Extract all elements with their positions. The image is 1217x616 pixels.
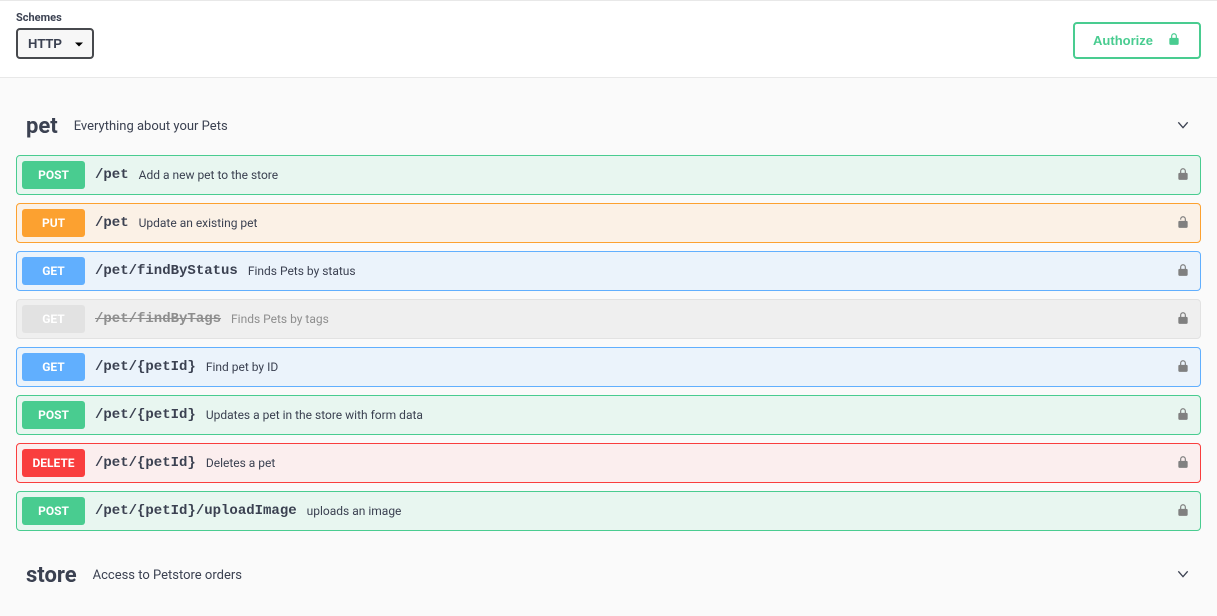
lock-icon (1167, 32, 1181, 49)
lock-icon[interactable] (1176, 166, 1190, 185)
lock-icon[interactable] (1176, 502, 1190, 521)
operation-path: /pet/findByTags (95, 311, 221, 327)
operation-path: /pet/{petId} (95, 455, 196, 471)
method-badge: POST (22, 161, 85, 189)
method-badge: POST (22, 497, 85, 525)
operation-row[interactable]: GET /pet/{petId} Find pet by ID (16, 347, 1201, 387)
schemes-select[interactable]: HTTP (16, 28, 94, 59)
operation-row[interactable]: POST /pet/{petId}/uploadImage uploads an… (16, 491, 1201, 531)
lock-icon[interactable] (1176, 406, 1190, 425)
operation-summary: uploads an image (307, 504, 402, 518)
operation-row[interactable]: POST /pet Add a new pet to the store (16, 155, 1201, 195)
method-badge: POST (22, 401, 85, 429)
lock-icon[interactable] (1176, 262, 1190, 281)
operation-summary: Deletes a pet (206, 456, 276, 470)
lock-icon[interactable] (1176, 454, 1190, 473)
operation-path: /pet/{petId} (95, 407, 196, 423)
operation-path: /pet/{petId}/uploadImage (95, 503, 297, 519)
authorize-button[interactable]: Authorize (1073, 22, 1201, 59)
tag-name: store (26, 563, 77, 588)
top-bar: Schemes HTTP Authorize (0, 0, 1217, 78)
tag-description: Access to Petstore orders (93, 568, 242, 583)
schemes-block: Schemes HTTP (16, 11, 94, 59)
content: pet Everything about your Pets POST /pet… (0, 78, 1217, 616)
operations-list-pet: POST /pet Add a new pet to the store PUT… (16, 155, 1201, 531)
operation-summary: Finds Pets by status (248, 264, 356, 278)
lock-icon[interactable] (1176, 358, 1190, 377)
operation-summary: Find pet by ID (206, 360, 278, 374)
method-badge: GET (22, 353, 85, 381)
lock-icon[interactable] (1176, 310, 1190, 329)
tag-header-store[interactable]: store Access to Petstore orders (16, 555, 1201, 596)
authorize-label: Authorize (1093, 33, 1153, 48)
operation-summary: Update an existing pet (139, 216, 258, 230)
tag-name: pet (26, 114, 58, 139)
method-badge: GET (22, 257, 85, 285)
operation-path: /pet/findByStatus (95, 263, 238, 279)
operation-row[interactable]: POST /pet/{petId} Updates a pet in the s… (16, 395, 1201, 435)
operation-row[interactable]: GET /pet/findByStatus Finds Pets by stat… (16, 251, 1201, 291)
tag-header-pet[interactable]: pet Everything about your Pets (16, 106, 1201, 147)
operation-summary: Updates a pet in the store with form dat… (206, 408, 423, 422)
unlock-icon[interactable] (1176, 214, 1190, 233)
schemes-label: Schemes (16, 11, 94, 24)
operation-row[interactable]: DELETE /pet/{petId} Deletes a pet (16, 443, 1201, 483)
operation-path: /pet (95, 167, 129, 183)
operation-path: /pet (95, 215, 129, 231)
tag-description: Everything about your Pets (74, 119, 228, 134)
chevron-down-icon (1175, 566, 1191, 586)
method-badge: GET (22, 305, 85, 333)
operation-summary: Finds Pets by tags (231, 312, 329, 326)
operation-summary: Add a new pet to the store (139, 168, 279, 182)
operation-path: /pet/{petId} (95, 359, 196, 375)
method-badge: DELETE (22, 449, 85, 477)
chevron-down-icon (1175, 117, 1191, 137)
method-badge: PUT (22, 209, 85, 237)
operation-row[interactable]: PUT /pet Update an existing pet (16, 203, 1201, 243)
operation-row-deprecated[interactable]: GET /pet/findByTags Finds Pets by tags (16, 299, 1201, 339)
